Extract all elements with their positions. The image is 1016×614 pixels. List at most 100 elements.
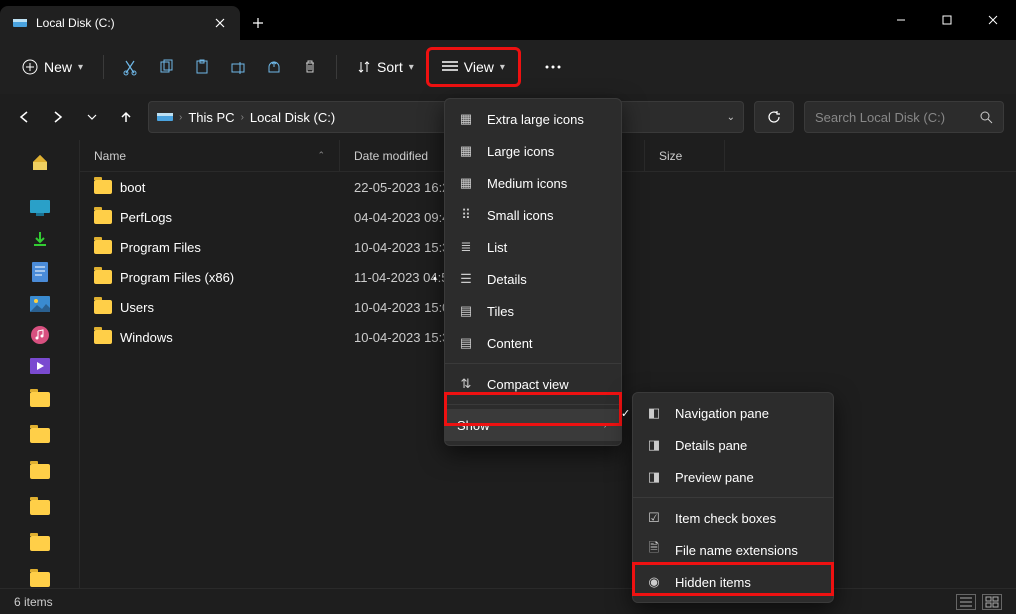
chevron-down-icon: ▾ xyxy=(409,62,414,73)
chevron-down-icon[interactable]: ⌄ xyxy=(727,112,735,123)
column-header-name[interactable]: Name⌃ xyxy=(80,140,340,171)
folder-icon xyxy=(94,180,112,194)
history-chevron-icon[interactable] xyxy=(80,105,104,129)
downloads-icon[interactable] xyxy=(29,230,51,248)
sidebar-folder[interactable] xyxy=(29,424,51,446)
folder-icon xyxy=(94,240,112,254)
share-button[interactable] xyxy=(258,49,290,85)
paste-button[interactable] xyxy=(186,49,218,85)
new-tab-button[interactable] xyxy=(240,6,276,40)
grid-icon: ▦ xyxy=(457,143,475,159)
chevron-down-icon: ▾ xyxy=(78,62,83,73)
sort-label: Sort xyxy=(377,59,403,75)
grid-small-icon: ⠿ xyxy=(457,207,475,223)
maximize-button[interactable] xyxy=(924,0,970,40)
bullet-icon: • xyxy=(433,273,443,285)
menu-item-checkboxes[interactable]: ☑Item check boxes xyxy=(633,502,833,534)
grid-icon: ▦ xyxy=(457,111,475,127)
folder-icon xyxy=(30,500,50,515)
sidebar-folder[interactable] xyxy=(29,568,51,588)
rename-button[interactable] xyxy=(222,49,254,85)
file-name: Program Files (x86) xyxy=(120,270,234,285)
menu-small-icons[interactable]: ⠿Small icons xyxy=(445,199,621,231)
check-icon: ✓ xyxy=(621,407,631,420)
grid-icon: ▦ xyxy=(457,175,475,191)
menu-compact-view[interactable]: ⇅Compact view xyxy=(445,368,621,400)
pane-icon: ◧ xyxy=(645,405,663,421)
documents-icon[interactable] xyxy=(29,262,51,282)
folder-icon xyxy=(94,300,112,314)
sidebar-folder[interactable] xyxy=(29,388,51,410)
menu-large-icons[interactable]: ▦Large icons xyxy=(445,135,621,167)
copy-button[interactable] xyxy=(150,49,182,85)
videos-icon[interactable] xyxy=(29,358,51,374)
menu-tiles[interactable]: ▤Tiles xyxy=(445,295,621,327)
menu-content[interactable]: ▤Content xyxy=(445,327,621,359)
sort-indicator-icon: ⌃ xyxy=(317,150,325,161)
content-icon: ▤ xyxy=(457,335,475,351)
details-icon: ☰ xyxy=(457,271,475,287)
drive-icon xyxy=(12,15,28,31)
view-button[interactable]: View ▾ xyxy=(428,49,519,85)
cut-button[interactable] xyxy=(114,49,146,85)
file-name: Program Files xyxy=(120,240,201,255)
delete-button[interactable] xyxy=(294,49,326,85)
menu-list[interactable]: ≣List xyxy=(445,231,621,263)
menu-details[interactable]: •☰Details xyxy=(445,263,621,295)
forward-button[interactable] xyxy=(46,105,70,129)
sidebar-folder[interactable] xyxy=(29,460,51,482)
file-name: Users xyxy=(120,300,154,315)
list-lines-icon xyxy=(442,61,458,73)
details-view-toggle[interactable] xyxy=(956,594,976,610)
search-icon xyxy=(979,110,993,124)
sidebar-folder[interactable] xyxy=(29,496,51,518)
show-submenu: ✓◧Navigation pane ◨Details pane ◨Preview… xyxy=(632,392,834,603)
chevron-right-icon: › xyxy=(241,112,244,123)
menu-navigation-pane[interactable]: ✓◧Navigation pane xyxy=(633,397,833,429)
minimize-button[interactable] xyxy=(878,0,924,40)
menu-medium-icons[interactable]: ▦Medium icons xyxy=(445,167,621,199)
file-name: PerfLogs xyxy=(120,210,172,225)
sort-button[interactable]: Sort ▾ xyxy=(347,49,424,85)
folder-icon xyxy=(94,210,112,224)
menu-preview-pane[interactable]: ◨Preview pane xyxy=(633,461,833,493)
column-header-size[interactable]: Size xyxy=(645,140,725,171)
menu-file-extensions[interactable]: 🗎File name extensions xyxy=(633,534,833,566)
tab-close-icon[interactable] xyxy=(212,15,228,31)
pane-icon: ◨ xyxy=(645,437,663,453)
crumb-drive[interactable]: Local Disk (C:) xyxy=(250,110,335,125)
menu-show[interactable]: Show› xyxy=(445,409,621,441)
drive-icon xyxy=(157,111,173,123)
file-icon: 🗎 xyxy=(645,539,663,561)
window-tab[interactable]: Local Disk (C:) xyxy=(0,6,240,40)
music-icon[interactable] xyxy=(29,326,51,344)
view-menu: ▦Extra large icons ▦Large icons ▦Medium … xyxy=(444,98,622,446)
back-button[interactable] xyxy=(12,105,36,129)
menu-extra-large-icons[interactable]: ▦Extra large icons xyxy=(445,103,621,135)
tiles-icon: ▤ xyxy=(457,303,475,319)
home-icon[interactable] xyxy=(29,152,51,172)
thumbnails-view-toggle[interactable] xyxy=(982,594,1002,610)
folder-icon xyxy=(94,330,112,344)
file-name: boot xyxy=(120,180,145,195)
more-button[interactable] xyxy=(537,49,569,85)
menu-hidden-items[interactable]: ◉Hidden items xyxy=(633,566,833,598)
sidebar-folder[interactable] xyxy=(29,532,51,554)
file-name: Windows xyxy=(120,330,173,345)
refresh-button[interactable] xyxy=(754,101,794,133)
crumb-this-pc[interactable]: This PC xyxy=(188,110,234,125)
search-placeholder: Search Local Disk (C:) xyxy=(815,110,945,125)
pictures-icon[interactable] xyxy=(29,296,51,312)
sidebar xyxy=(0,140,80,588)
menu-details-pane[interactable]: ◨Details pane xyxy=(633,429,833,461)
search-input[interactable]: Search Local Disk (C:) xyxy=(804,101,1004,133)
new-button[interactable]: New ▾ xyxy=(12,49,93,85)
tab-title: Local Disk (C:) xyxy=(36,16,204,30)
close-window-button[interactable] xyxy=(970,0,1016,40)
new-label: New xyxy=(44,59,72,75)
chevron-right-icon: › xyxy=(179,112,182,123)
up-button[interactable] xyxy=(114,105,138,129)
desktop-icon[interactable] xyxy=(29,200,51,216)
view-label: View xyxy=(464,59,494,75)
folder-icon xyxy=(30,536,50,551)
